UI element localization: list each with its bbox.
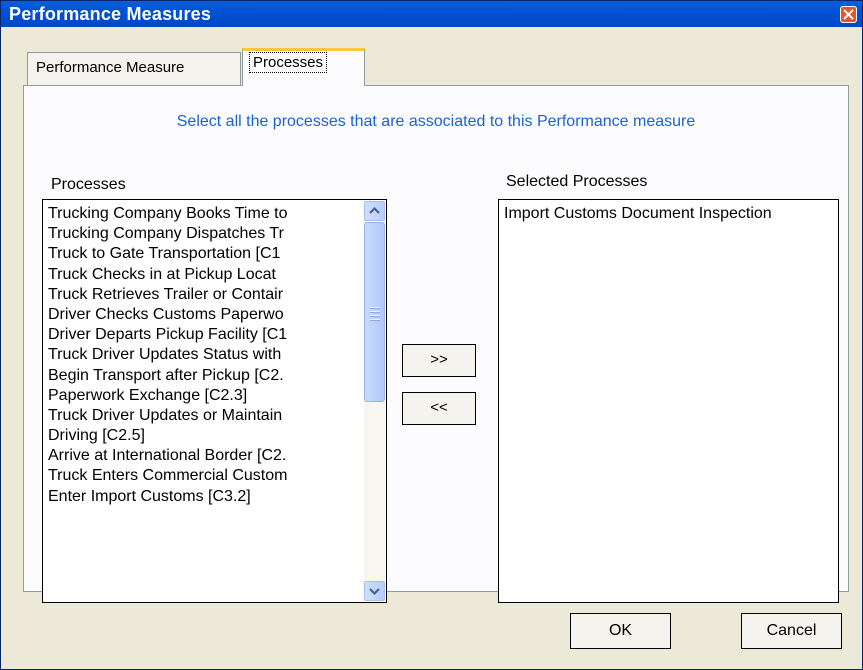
- process-list-item[interactable]: Paperwork Exchange [C2.3]: [43, 386, 365, 406]
- process-list-item[interactable]: Enter Import Customs [C3.2]: [43, 487, 365, 507]
- selected-process-item[interactable]: Import Customs Document Inspection: [499, 204, 838, 224]
- vertical-scrollbar[interactable]: [364, 201, 385, 601]
- instruction-text: Select all the processes that are associ…: [176, 113, 696, 130]
- process-list-item[interactable]: Trucking Company Books Time to: [43, 204, 365, 224]
- selected-processes-label: Selected Processes: [506, 173, 648, 190]
- scroll-thumb[interactable]: [364, 222, 385, 402]
- process-list-item[interactable]: Driver Departs Pickup Facility [C1: [43, 325, 365, 345]
- process-list-item[interactable]: Truck Checks in at Pickup Locat: [43, 265, 365, 285]
- cancel-button[interactable]: Cancel: [741, 613, 842, 649]
- process-list-item[interactable]: Arrive at International Border [C2.: [43, 446, 365, 466]
- tab-performance-measure[interactable]: Performance Measure: [27, 52, 241, 86]
- process-list-item[interactable]: Truck Driver Updates or Maintain: [43, 406, 365, 426]
- selected-processes-listbox[interactable]: Import Customs Document Inspection: [498, 199, 839, 603]
- process-list-item[interactable]: Truck Enters Commercial Custom: [43, 466, 365, 486]
- window-title: Performance Measures: [9, 4, 212, 24]
- process-list-item[interactable]: Driving [C2.5]: [43, 426, 365, 446]
- grip-icon: [370, 307, 380, 323]
- ok-button[interactable]: OK: [570, 613, 671, 649]
- close-button[interactable]: [840, 6, 857, 23]
- remove-process-button[interactable]: <<: [402, 392, 476, 425]
- close-icon: [843, 9, 854, 20]
- tab-label: Performance Measure: [36, 59, 185, 76]
- processes-listbox[interactable]: Trucking Company Books Time to Trucking C…: [42, 199, 387, 603]
- process-list-item[interactable]: Truck Driver Updates Status with: [43, 345, 365, 365]
- scroll-up-button[interactable]: [364, 201, 385, 221]
- process-list-item[interactable]: Begin Transport after Pickup [C2.: [43, 366, 365, 386]
- tab-processes[interactable]: Processes: [242, 48, 365, 86]
- chevron-down-icon: [369, 588, 380, 596]
- chevron-up-icon: [369, 206, 380, 214]
- process-list-item[interactable]: Truck Retrieves Trailer or Contair: [43, 285, 365, 305]
- process-list-item[interactable]: Truck to Gate Transportation [C1: [43, 244, 365, 264]
- tab-label: Processes: [249, 52, 328, 73]
- scroll-down-button[interactable]: [364, 581, 385, 601]
- title-bar[interactable]: Performance Measures: [1, 1, 862, 27]
- process-list-item[interactable]: Trucking Company Dispatches Tr: [43, 224, 365, 244]
- add-process-button[interactable]: >>: [402, 344, 476, 377]
- process-list-item[interactable]: Driver Checks Customs Paperwo: [43, 305, 365, 325]
- processes-label: Processes: [51, 176, 126, 193]
- dialog-window: Performance Measures Performance Measure…: [0, 0, 863, 670]
